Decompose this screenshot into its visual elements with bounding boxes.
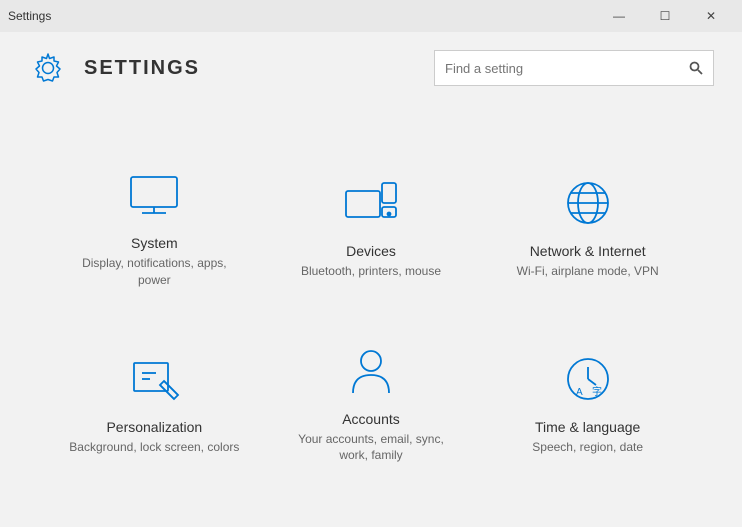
settings-grid-container: System Display, notifications, apps, pow… xyxy=(0,104,742,527)
search-icon-button[interactable] xyxy=(689,61,703,75)
tile-accounts-title: Accounts xyxy=(342,411,400,427)
tile-devices-title: Devices xyxy=(346,243,396,259)
tile-personalization-title: Personalization xyxy=(106,419,202,435)
tile-network-title: Network & Internet xyxy=(530,243,646,259)
search-icon xyxy=(689,61,703,75)
time-icon: 字 A xyxy=(558,349,618,409)
search-input[interactable] xyxy=(445,61,689,76)
maximize-button[interactable]: ☐ xyxy=(642,0,688,32)
minimize-button[interactable]: — xyxy=(596,0,642,32)
settings-title: SETTINGS xyxy=(84,57,200,80)
devices-icon xyxy=(341,173,401,233)
tile-accounts-subtitle: Your accounts, email, sync, work, family xyxy=(284,431,459,465)
svg-text:字: 字 xyxy=(592,385,602,398)
tile-accounts[interactable]: Accounts Your accounts, email, sync, wor… xyxy=(268,321,475,487)
tile-devices-subtitle: Bluetooth, printers, mouse xyxy=(301,263,441,280)
tile-time-title: Time & language xyxy=(535,419,640,435)
settings-grid: System Display, notifications, apps, pow… xyxy=(51,145,691,486)
tile-personalization-subtitle: Background, lock screen, colors xyxy=(69,439,239,456)
header-left: SETTINGS xyxy=(28,48,200,88)
search-box[interactable] xyxy=(434,50,714,86)
personalization-icon xyxy=(124,349,184,409)
system-icon xyxy=(124,165,184,225)
title-bar-label: Settings xyxy=(8,9,51,23)
accounts-icon xyxy=(341,341,401,401)
svg-text:A: A xyxy=(576,387,583,398)
settings-window: Settings — ☐ ✕ SETTINGS xyxy=(0,0,742,527)
tile-system-title: System xyxy=(131,235,178,251)
tile-system[interactable]: System Display, notifications, apps, pow… xyxy=(51,145,258,311)
close-button[interactable]: ✕ xyxy=(688,0,734,32)
tile-time-subtitle: Speech, region, date xyxy=(532,439,643,456)
tile-time[interactable]: 字 A Time & language Speech, region, date xyxy=(484,321,691,487)
tile-network-subtitle: Wi-Fi, airplane mode, VPN xyxy=(517,263,659,280)
header: SETTINGS xyxy=(0,32,742,104)
tile-devices[interactable]: Devices Bluetooth, printers, mouse xyxy=(268,145,475,311)
network-icon xyxy=(558,173,618,233)
tile-personalization[interactable]: Personalization Background, lock screen,… xyxy=(51,321,258,487)
title-bar: Settings — ☐ ✕ xyxy=(0,0,742,32)
tile-network[interactable]: Network & Internet Wi-Fi, airplane mode,… xyxy=(484,145,691,311)
title-bar-controls: — ☐ ✕ xyxy=(596,0,734,32)
gear-icon xyxy=(28,48,68,88)
tile-system-subtitle: Display, notifications, apps, power xyxy=(67,255,242,289)
